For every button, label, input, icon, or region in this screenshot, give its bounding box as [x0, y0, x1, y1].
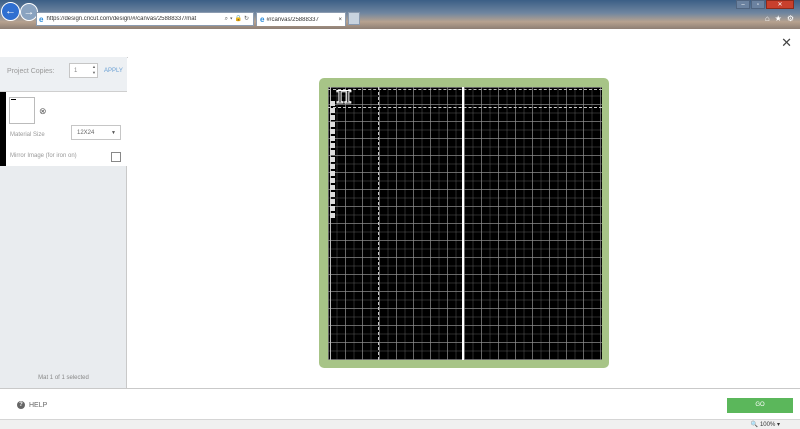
window-close-button[interactable]: ✕	[766, 0, 794, 9]
project-copies-value: 1	[74, 68, 78, 74]
pi-design-image[interactable]: π	[336, 83, 353, 108]
address-bar[interactable]: e https://design.cricut.com/design/#/can…	[36, 12, 254, 26]
material-size-select[interactable]: 12X24 ▼	[71, 125, 121, 140]
cancel-circle-icon[interactable]: ⊗	[39, 106, 47, 117]
browser-tab[interactable]: e #/canvas/25888337 ×	[256, 12, 346, 26]
mirror-image-label: Mirror Image (for iron on)	[10, 153, 77, 159]
cutting-mat: π	[319, 78, 609, 368]
zoom-level[interactable]: 🔍 100% ▾	[751, 421, 780, 428]
browser-status-bar: 🔍 100% ▾	[0, 419, 800, 429]
material-size-label: Material Size	[10, 132, 45, 138]
mat-grid[interactable]: π	[328, 83, 602, 360]
zoom-value: 100%	[759, 422, 776, 428]
tab-close-button[interactable]: ×	[338, 17, 342, 23]
ie-icon: e	[39, 14, 44, 24]
project-copies-input[interactable]: 1 ▲ ▼	[69, 63, 98, 78]
material-size-value: 12X24	[77, 130, 95, 136]
footer-bar: ? HELP GO	[0, 388, 800, 419]
favorites-icon[interactable]: ★	[775, 14, 782, 23]
project-copies-row: Project Copies: 1 ▲ ▼ APPLY	[0, 57, 127, 92]
arrow-left-icon: ←	[5, 5, 16, 17]
settings-gear-icon[interactable]: ⚙	[787, 14, 794, 23]
mat-guide-horizontal	[328, 107, 602, 108]
tab-title: #/canvas/25888337	[266, 16, 319, 23]
go-button[interactable]: GO	[727, 398, 793, 413]
help-link[interactable]: ? HELP	[17, 401, 47, 409]
address-tools-icons[interactable]: ⌕▾🔒↻	[225, 15, 251, 23]
home-icon[interactable]: ⌂	[765, 14, 770, 23]
maximize-button[interactable]: ▫	[751, 0, 765, 9]
mat-center-line	[462, 87, 464, 360]
address-url: https://design.cricut.com/design/#/canva…	[46, 16, 197, 22]
close-icon[interactable]: ✕	[781, 36, 792, 49]
stepper-arrows-icon[interactable]: ▲ ▼	[92, 64, 96, 76]
arrow-right-icon: →	[23, 5, 35, 18]
new-tab-button[interactable]	[348, 12, 360, 25]
browser-chrome: ← → e https://design.cricut.com/design/#…	[0, 0, 800, 29]
mat-selection-status: Mat 1 of 1 selected	[38, 375, 89, 381]
mat-selected-indicator	[0, 92, 6, 166]
modal-header: ✕	[0, 29, 800, 58]
mat-card[interactable]: ⊗ Material Size 12X24 ▼ Mirror Image (fo…	[0, 92, 127, 166]
mat-guide-vertical	[378, 87, 379, 360]
project-copies-label: Project Copies:	[7, 68, 55, 75]
apply-button[interactable]: APPLY	[104, 68, 123, 74]
minimize-button[interactable]: –	[736, 0, 750, 9]
design-pieces-column[interactable]	[330, 101, 336, 221]
mat-canvas: π	[128, 57, 800, 388]
ie-tab-icon: e	[260, 15, 265, 24]
help-question-icon: ?	[17, 401, 25, 409]
chevron-down-icon: ▼	[111, 130, 116, 136]
help-label: HELP	[29, 401, 48, 409]
mat-thumbnail[interactable]	[9, 97, 35, 124]
mat-top-ruler	[328, 87, 602, 90]
back-button[interactable]: ←	[1, 2, 20, 21]
mirror-image-checkbox[interactable]	[111, 152, 121, 162]
window-controls: – ▫ ✕	[736, 0, 794, 9]
browser-toolbar-icons: ⌂ ★ ⚙	[765, 14, 794, 23]
left-panel: Project Copies: 1 ▲ ▼ APPLY ⊗ Material Si…	[0, 57, 127, 388]
